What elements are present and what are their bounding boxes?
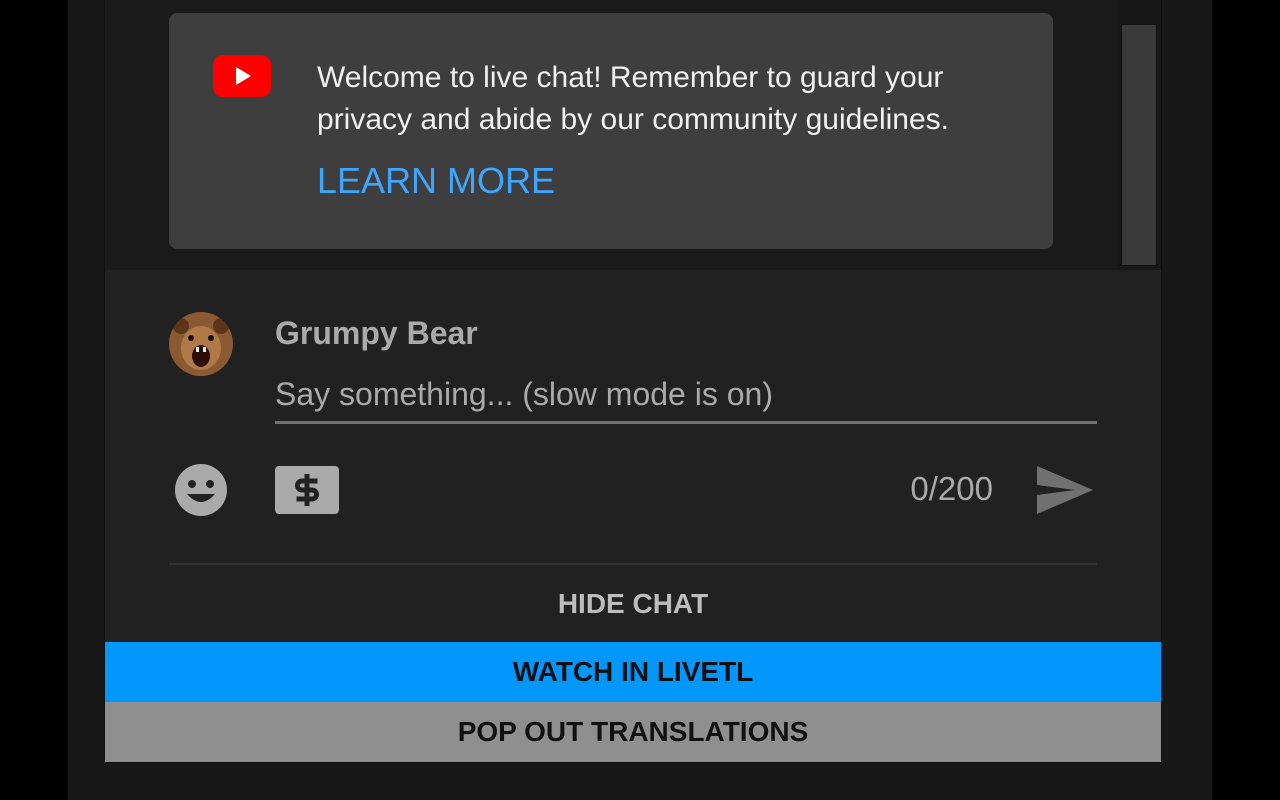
character-counter: 0/200 (910, 470, 993, 507)
scrollbar[interactable] (1117, 0, 1161, 270)
scrollbar-thumb[interactable] (1121, 24, 1157, 266)
bear-avatar-image (169, 312, 233, 376)
divider (169, 563, 1097, 565)
send-icon[interactable] (1035, 464, 1095, 516)
avatar (169, 312, 233, 376)
pop-out-translations-button[interactable]: POP OUT TRANSLATIONS (105, 702, 1161, 762)
learn-more-link[interactable]: LEARN MORE (317, 161, 555, 201)
youtube-logo-icon (213, 55, 271, 97)
welcome-message: Welcome to live chat! Remember to guard … (317, 61, 950, 136)
author-name: Grumpy Bear (275, 315, 478, 351)
dollar-icon[interactable] (275, 466, 339, 514)
welcome-banner: Welcome to live chat! Remember to guard … (169, 13, 1053, 249)
chat-messages-area: Welcome to live chat! Remember to guard … (105, 0, 1161, 270)
hide-chat-button[interactable]: HIDE CHAT (105, 566, 1161, 642)
live-chat-panel: Welcome to live chat! Remember to guard … (104, 0, 1162, 763)
watch-in-livetl-button[interactable]: WATCH IN LIVETL (105, 642, 1161, 702)
emoji-icon[interactable] (173, 462, 229, 518)
chat-message-input[interactable] (275, 368, 1097, 424)
